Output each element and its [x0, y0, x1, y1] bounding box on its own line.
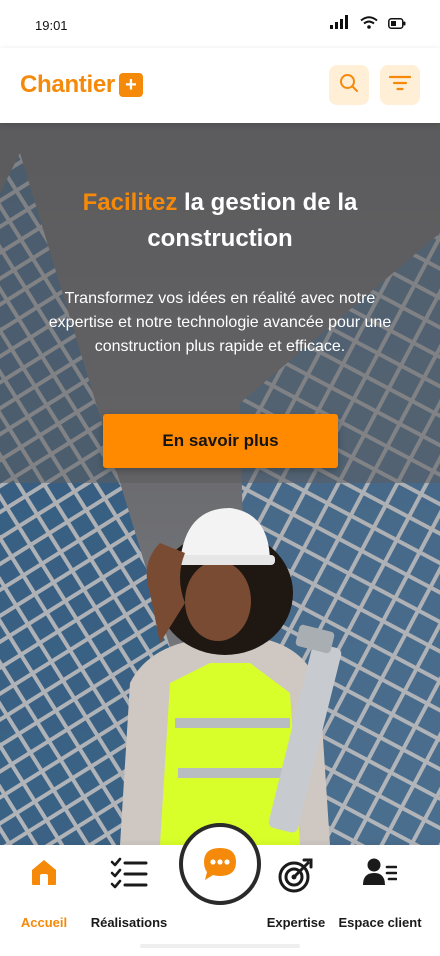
brand-logo[interactable]: Chantier +	[20, 71, 143, 99]
nav-item-expertise[interactable]: Expertise	[262, 845, 330, 945]
nav-label-client-area: Espace client	[338, 915, 422, 930]
wifi-icon	[360, 15, 378, 34]
filter-icon	[388, 74, 412, 97]
status-time: 19:01	[35, 18, 68, 33]
hero-subtitle: Transformez vos idées en réalité avec no…	[48, 290, 392, 355]
brand-name: Chantier	[20, 71, 115, 98]
signal-icon	[330, 15, 350, 34]
nav-label-home: Accueil	[20, 915, 68, 930]
status-icons	[330, 15, 406, 34]
hero-title-rest: la gestion de la construction	[147, 189, 358, 252]
nav-label-expertise: Expertise	[266, 915, 326, 930]
nav-label-realisations: Réalisations	[90, 915, 168, 930]
nav-item-realisations[interactable]: Réalisations	[86, 845, 172, 945]
app-header: Chantier +	[0, 48, 440, 123]
user-list-icon	[363, 857, 398, 892]
chat-icon	[192, 836, 248, 892]
hero-section: Facilitez la gestion de la construction …	[0, 123, 440, 845]
home-indicator	[140, 944, 300, 948]
checklist-icon	[110, 857, 148, 894]
target-icon	[278, 857, 314, 898]
status-bar: 19:01	[0, 0, 440, 48]
filter-button[interactable]	[380, 65, 420, 105]
hero-title-accent: Facilitez	[82, 189, 178, 216]
hero-title: Facilitez la gestion de la construction	[40, 185, 400, 257]
home-icon	[29, 857, 59, 892]
learn-more-button[interactable]: En savoir plus	[103, 414, 338, 468]
nav-item-client-area[interactable]: Espace client	[336, 845, 424, 945]
chat-button[interactable]	[179, 823, 261, 905]
brand-plus-badge: +	[118, 73, 143, 97]
search-icon	[339, 73, 359, 98]
battery-icon	[388, 16, 406, 34]
search-button[interactable]	[329, 65, 369, 105]
nav-item-home[interactable]: Accueil	[14, 845, 74, 945]
